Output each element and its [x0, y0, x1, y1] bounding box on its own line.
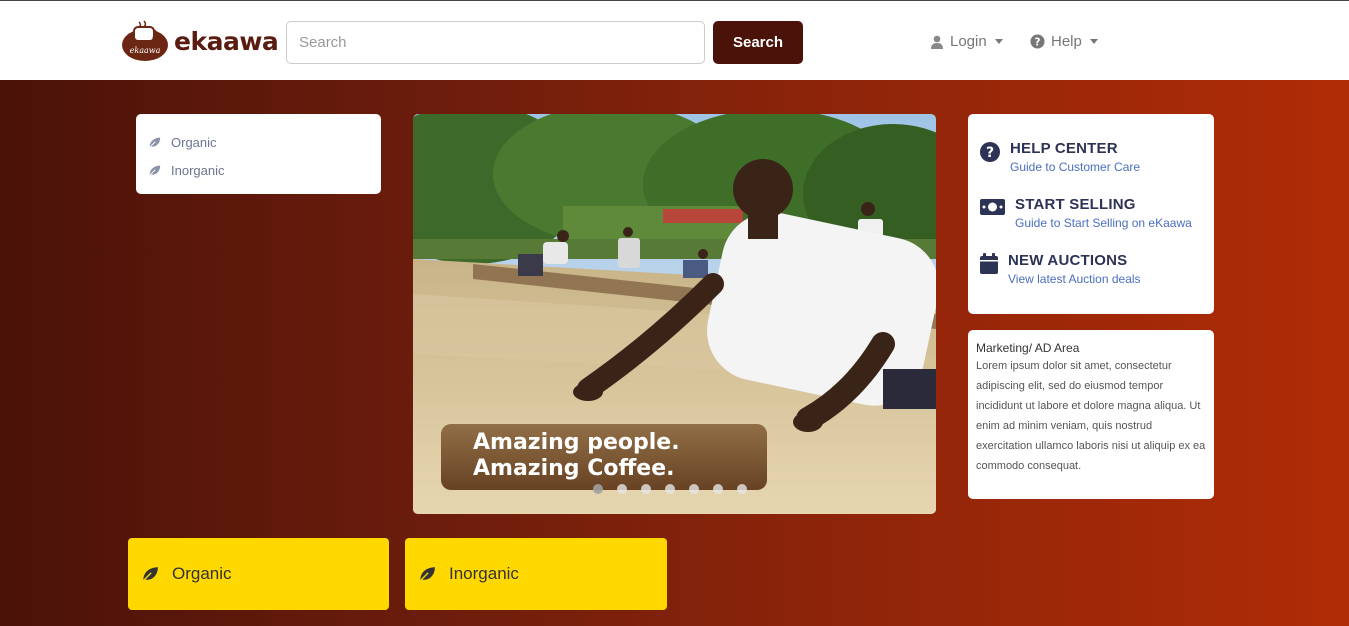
- new-auctions-link[interactable]: View latest Auction deals: [1008, 271, 1141, 287]
- logo[interactable]: ekaawa ekaawa: [120, 19, 279, 63]
- top-header: ekaawa ekaawa Search Login ? Help: [0, 0, 1349, 80]
- login-label: Login: [950, 33, 987, 50]
- help-dropdown[interactable]: ? Help: [1030, 33, 1098, 50]
- hero-carousel[interactable]: Amazing people. Amazing Coffee.: [413, 114, 936, 514]
- sidebar-item-inorganic[interactable]: Inorganic: [148, 156, 369, 184]
- carousel-indicators: [593, 484, 747, 494]
- svg-text:?: ?: [1035, 36, 1041, 48]
- caption-line-1: Amazing people.: [473, 430, 680, 455]
- sidebar-item-label: Organic: [171, 134, 217, 150]
- help-label: Help: [1051, 33, 1082, 50]
- help-center-link[interactable]: Guide to Customer Care: [1010, 159, 1140, 175]
- carousel-indicator[interactable]: [737, 484, 747, 494]
- chevron-down-icon: [1089, 39, 1098, 44]
- new-auctions-title[interactable]: NEW AUCTIONS: [1008, 252, 1141, 270]
- sidebar-item-label: Inorganic: [171, 162, 225, 178]
- logo-text: ekaawa: [174, 26, 279, 56]
- new-auctions-item[interactable]: NEW AUCTIONS View latest Auction deals: [980, 252, 1141, 287]
- leaf-icon: [418, 567, 435, 583]
- question-circle-icon: ?: [1030, 34, 1045, 49]
- help-panel: ? HELP CENTER Guide to Customer Care STA…: [968, 114, 1214, 314]
- search-input[interactable]: [286, 21, 705, 64]
- start-selling-item[interactable]: START SELLING Guide to Start Selling on …: [980, 196, 1192, 231]
- leaf-icon: [148, 165, 161, 177]
- ad-area: Marketing/ AD Area Lorem ipsum dolor sit…: [968, 330, 1214, 499]
- logo-badge-icon: ekaawa: [120, 19, 170, 63]
- money-bill-icon: [980, 199, 1005, 215]
- question-circle-icon: ?: [980, 142, 1000, 162]
- category-tile-organic[interactable]: Organic: [128, 538, 389, 610]
- help-center-item[interactable]: ? HELP CENTER Guide to Customer Care: [980, 140, 1140, 175]
- logo-badge-text: ekaawa: [130, 46, 161, 55]
- sidebar-item-organic[interactable]: Organic: [148, 128, 369, 156]
- ad-body: Lorem ipsum dolor sit amet, consectetur …: [976, 360, 1206, 472]
- svg-text:?: ?: [986, 145, 994, 161]
- leaf-icon: [141, 567, 158, 583]
- start-selling-link[interactable]: Guide to Start Selling on eKaawa: [1015, 215, 1192, 231]
- carousel-indicator[interactable]: [713, 484, 723, 494]
- calendar-icon: [980, 253, 998, 274]
- tile-label: Inorganic: [449, 564, 519, 583]
- category-tile-inorganic[interactable]: Inorganic: [405, 538, 667, 610]
- chevron-down-icon: [994, 39, 1003, 44]
- carousel-indicator[interactable]: [689, 484, 699, 494]
- help-center-title[interactable]: HELP CENTER: [1010, 140, 1140, 158]
- search-button[interactable]: Search: [713, 21, 803, 64]
- carousel-indicator[interactable]: [617, 484, 627, 494]
- carousel-indicator[interactable]: [665, 484, 675, 494]
- category-sidebar: Organic Inorganic: [136, 114, 381, 194]
- hero-section: Organic Inorganic Amazing people. Amazin…: [0, 80, 1349, 626]
- caption-line-2: Amazing Coffee.: [473, 456, 675, 481]
- carousel-indicator[interactable]: [593, 484, 603, 494]
- start-selling-title[interactable]: START SELLING: [1015, 196, 1192, 214]
- carousel-indicator[interactable]: [641, 484, 651, 494]
- leaf-icon: [148, 137, 161, 149]
- login-dropdown[interactable]: Login: [930, 33, 1003, 50]
- ad-title: Marketing/ AD Area: [976, 341, 1080, 355]
- tile-label: Organic: [172, 564, 232, 583]
- user-icon: [931, 35, 943, 49]
- carousel-caption: Amazing people. Amazing Coffee.: [441, 424, 767, 490]
